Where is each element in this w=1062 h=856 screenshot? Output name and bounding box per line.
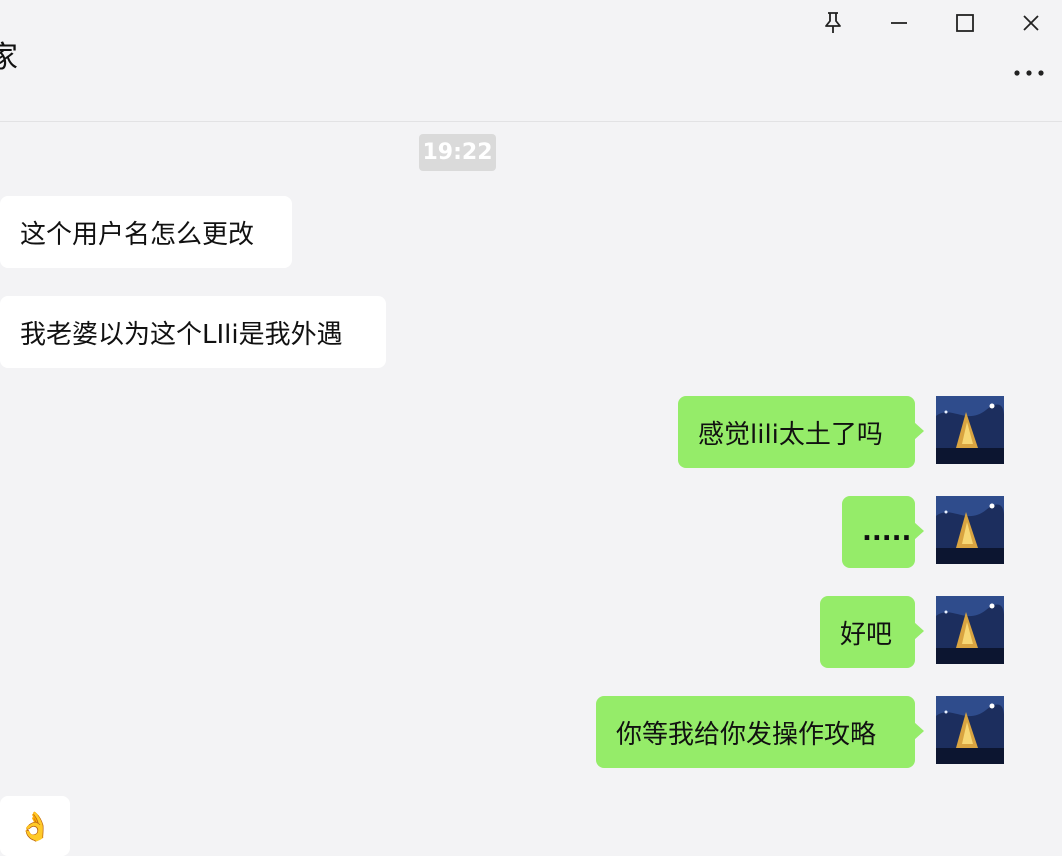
outgoing-message-bubble[interactable]: .....: [842, 496, 924, 568]
incoming-message-bubble[interactable]: 我老婆以为这个LIli是我外遇: [0, 296, 386, 368]
ok-hand-icon: 👌: [17, 810, 53, 843]
incoming-emoji-bubble[interactable]: 👌: [0, 796, 70, 856]
title-bar: 家: [0, 0, 1062, 122]
close-icon[interactable]: [1014, 6, 1048, 40]
pin-icon[interactable]: [816, 6, 850, 40]
outgoing-message-bubble[interactable]: 感觉lili太土了吗: [678, 396, 924, 468]
more-icon[interactable]: [1012, 58, 1046, 88]
incoming-message-bubble[interactable]: 这个用户名怎么更改: [0, 196, 292, 268]
avatar[interactable]: [936, 396, 1004, 464]
avatar[interactable]: [936, 696, 1004, 764]
minimize-icon[interactable]: [882, 6, 916, 40]
maximize-icon[interactable]: [948, 6, 982, 40]
outgoing-message-bubble[interactable]: 好吧: [820, 596, 924, 668]
contact-name: 家: [0, 40, 18, 75]
avatar[interactable]: [936, 596, 1004, 664]
message-timestamp: 19:22: [419, 134, 496, 171]
avatar[interactable]: [936, 496, 1004, 564]
outgoing-message-bubble[interactable]: 你等我给你发操作攻略: [596, 696, 924, 768]
